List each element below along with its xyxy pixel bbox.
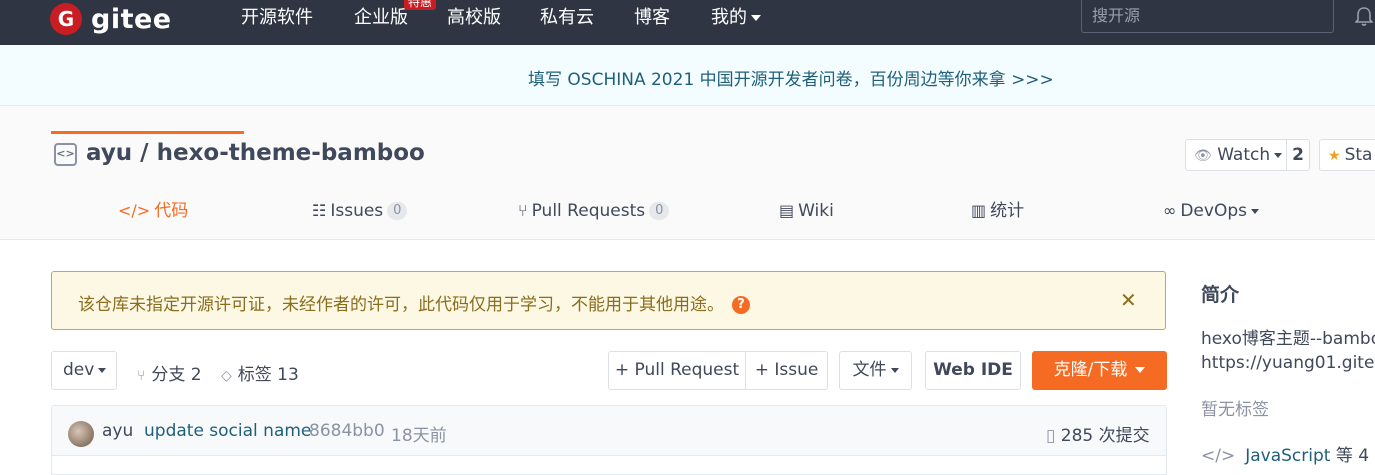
sidebar-title: 简介: [1201, 284, 1240, 306]
chevron-down-icon: [1274, 152, 1283, 158]
commit-count-label: 285 次提交: [1060, 426, 1150, 446]
tab-code[interactable]: </> 代码: [118, 196, 188, 240]
issues-count: 0: [387, 202, 408, 220]
repo-tabs: </> 代码 ☷ Issues 0 ⑂ Pull Requests 0 ▤ Wiki ▥ 统计…: [0, 196, 1375, 240]
homepage-link[interactable]: https://yuang01.gitee.i: [1201, 351, 1375, 375]
tab-pull-requests[interactable]: ⑂ Pull Requests 0: [518, 196, 670, 240]
commit-time: 18天前: [391, 426, 447, 446]
pull-request-icon: ⑂: [518, 201, 528, 220]
files-label: 文件: [852, 360, 887, 380]
tab-issues[interactable]: ☷ Issues 0: [312, 196, 408, 240]
branches-link[interactable]: ⑂ 分支 2: [137, 360, 202, 385]
tab-stats-label: 统计: [990, 201, 1025, 221]
infinity-icon: ∞: [1163, 201, 1177, 220]
logo-icon: G: [50, 3, 82, 35]
nav-item-open-source[interactable]: 开源软件: [241, 0, 313, 38]
survey-link[interactable]: 填写 OSCHINA 2021 中国开源开发者问卷，百份周边等你来拿 >>>: [528, 65, 1054, 90]
nav-item-enterprise[interactable]: 企业版: [354, 0, 408, 38]
repo-title[interactable]: ayu / hexo-theme-bamboo: [86, 140, 425, 166]
branch-icon: ⑂: [137, 368, 146, 384]
issues-icon: ☷: [312, 201, 327, 220]
search-input[interactable]: 搜开源: [1081, 0, 1334, 33]
nav-item-private-cloud[interactable]: 私有云: [540, 0, 594, 38]
commit-author[interactable]: ayu: [102, 421, 133, 441]
nav-item-blog[interactable]: 博客: [634, 0, 670, 38]
close-icon[interactable]: ✕: [1120, 288, 1137, 312]
clone-label: 克隆/下载: [1053, 360, 1128, 380]
description-line: hexo博客主题--bambo: [1201, 329, 1375, 349]
tag-icon: ◇: [221, 368, 232, 384]
tab-wiki-label: Wiki: [798, 201, 834, 221]
watch-count[interactable]: 2: [1286, 139, 1310, 171]
issue-button[interactable]: + Issue: [745, 351, 828, 390]
file-list: ayu update social name 8684bb0 18天前 ▯ 28…: [51, 405, 1167, 475]
tags-link[interactable]: ◇ 标签 13: [221, 360, 299, 385]
code-icon: </>: [118, 201, 151, 220]
commit-count[interactable]: ▯ 285 次提交: [1046, 421, 1150, 446]
chevron-down-icon: [1135, 367, 1146, 373]
tab-pulls-label: Pull Requests: [531, 201, 646, 221]
repo-code-icon: <>: [54, 143, 77, 166]
eye-icon: 👁: [1194, 148, 1212, 164]
top-nav: G gitee 开源软件 企业版 特惠 高校版 私有云 博客 我的 搜开源: [0, 0, 1375, 45]
tab-wiki[interactable]: ▤ Wiki: [779, 196, 834, 240]
license-notice: 该仓库未指定开源许可证，未经作者的许可，此代码仅用于学习，不能用于其他用途。? …: [51, 271, 1166, 330]
bell-icon[interactable]: [1355, 6, 1373, 26]
latest-commit: ayu update social name 8684bb0 18天前 ▯ 28…: [52, 406, 1166, 456]
nav-item-education[interactable]: 高校版: [447, 0, 501, 38]
chevron-down-icon: [98, 367, 107, 373]
pulls-count: 0: [649, 202, 670, 220]
chevron-down-icon: [890, 367, 899, 373]
nav-item-mine-label: 我的: [711, 7, 747, 28]
repo-tags: 暂无标签: [1201, 400, 1269, 420]
tab-stats[interactable]: ▥ 统计: [971, 196, 1024, 240]
star-button[interactable]: ★ Sta: [1319, 139, 1375, 171]
document-icon: ▯: [1046, 426, 1056, 446]
language-rest: 等 4 种语: [1335, 446, 1375, 466]
pull-request-button[interactable]: + Pull Request: [608, 351, 746, 390]
nav-item-mine[interactable]: 我的: [711, 0, 761, 38]
survey-banner: 填写 OSCHINA 2021 中国开源开发者问卷，百份周边等你来拿 >>>: [0, 45, 1375, 106]
chevron-down-icon: [751, 15, 761, 21]
avatar[interactable]: [68, 421, 94, 447]
logo-text: gitee: [91, 3, 172, 35]
tags-label: 标签 13: [237, 365, 299, 385]
commit-hash[interactable]: 8684bb0: [309, 421, 385, 441]
branches-label: 分支 2: [151, 365, 202, 385]
branch-select[interactable]: dev: [51, 351, 117, 390]
chevron-down-icon: [1250, 208, 1259, 214]
repo-languages: </> JavaScript 等 4 种语: [1201, 441, 1375, 466]
language-link[interactable]: JavaScript: [1245, 446, 1330, 466]
repo-header: <> ayu / hexo-theme-bamboo 👁 Watch 2 ★ St…: [0, 106, 1375, 240]
clone-download-button[interactable]: 克隆/下载: [1032, 351, 1167, 390]
notice-text: 该仓库未指定开源许可证，未经作者的许可，此代码仅用于学习，不能用于其他用途。?: [78, 290, 750, 315]
tab-devops-label: DevOps: [1180, 201, 1247, 221]
watch-label: Watch: [1217, 145, 1271, 165]
files-button[interactable]: 文件: [839, 351, 912, 390]
web-ide-button[interactable]: Web IDE: [925, 351, 1021, 390]
gitee-logo[interactable]: G gitee: [50, 0, 172, 38]
branch-label: dev: [63, 360, 95, 380]
tab-devops[interactable]: ∞ DevOps: [1163, 196, 1259, 240]
active-tab-indicator: [51, 131, 244, 134]
tab-code-label: 代码: [154, 201, 189, 221]
notice-message: 该仓库未指定开源许可证，未经作者的许可，此代码仅用于学习，不能用于其他用途。: [78, 295, 724, 315]
star-label: Sta: [1344, 145, 1373, 165]
tab-issues-label: Issues: [330, 201, 384, 221]
help-icon[interactable]: ?: [732, 296, 750, 314]
promo-badge: 特惠: [404, 0, 437, 10]
bar-chart-icon: ▥: [971, 201, 987, 220]
book-icon: ▤: [779, 201, 795, 220]
code-icon: </>: [1201, 446, 1236, 466]
watch-button[interactable]: 👁 Watch: [1185, 139, 1287, 171]
repo-description: hexo博客主题--bambo https://yuang01.gitee.i: [1201, 327, 1375, 375]
commit-message[interactable]: update social name: [144, 421, 311, 441]
star-icon: ★: [1328, 148, 1341, 164]
